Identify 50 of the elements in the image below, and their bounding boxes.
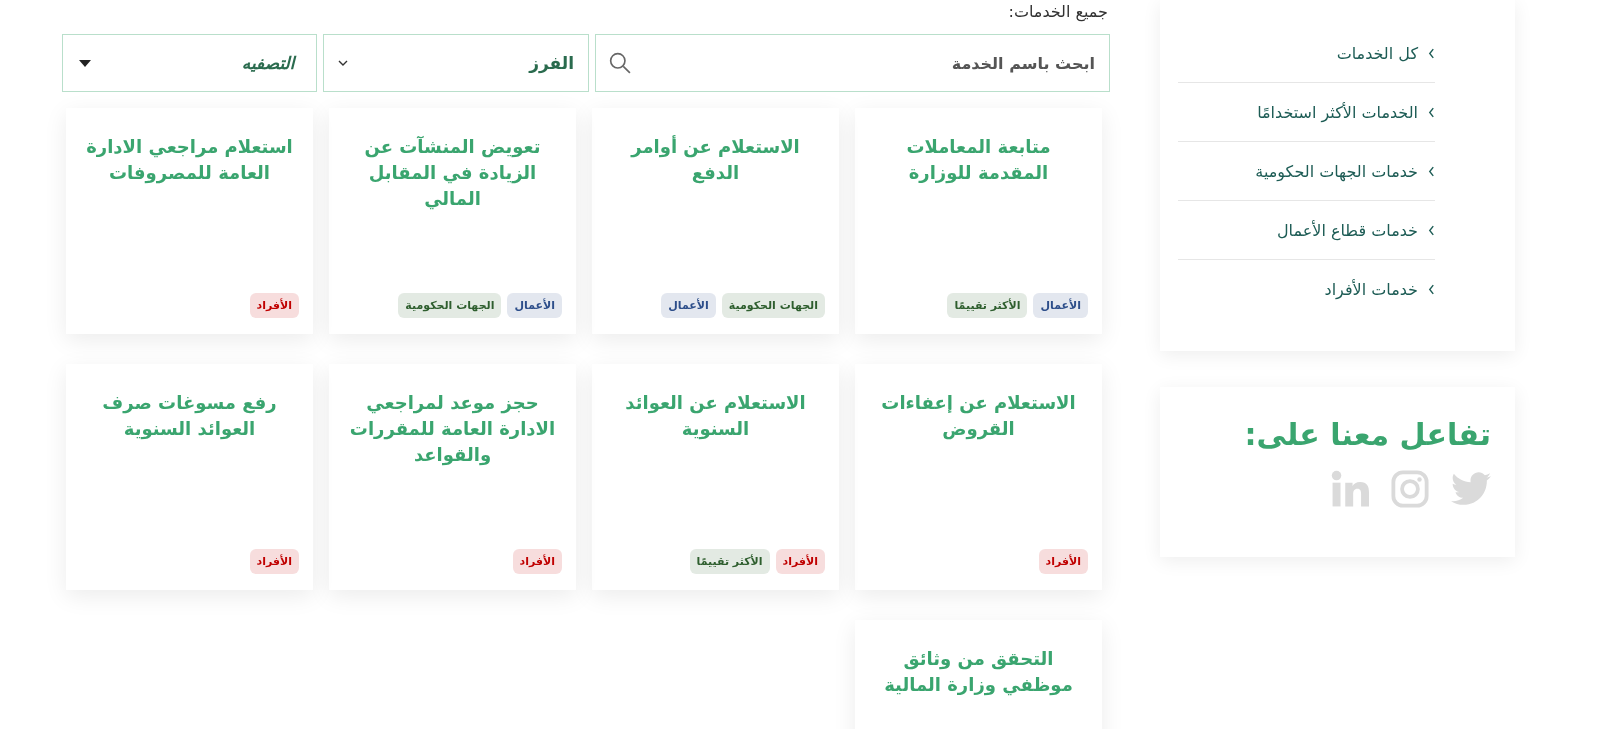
- sidebar-item[interactable]: كل الخدمات: [1178, 24, 1435, 83]
- service-title: تعويض المنشآت عن الزيادة في المقابل المالي: [363, 135, 542, 212]
- service-card[interactable]: استعلام مراجعي الادارة العامة للمصروفات الأفراد: [66, 108, 313, 334]
- service-card[interactable]: متابعة المعاملات المقدمة للوزارة الأعمال الأكثر تقييمًا: [855, 108, 1102, 334]
- chevron-down-icon: [338, 60, 349, 66]
- sidebar-item[interactable]: خدمات قطاع الأعمال: [1178, 201, 1435, 260]
- service-title: استعلام مراجعي الادارة العامة للمصروفات: [85, 135, 294, 186]
- service-title: الاستعلام عن العوائد السنوية: [624, 391, 807, 442]
- dropdown-triangle-icon: [79, 59, 91, 67]
- service-title: متابعة المعاملات المقدمة للوزارة: [905, 135, 1052, 186]
- service-card[interactable]: الاستعلام عن إعفاءات القروض الأفراد: [855, 364, 1102, 590]
- search-field[interactable]: ابحث باسم الخدمة: [595, 34, 1110, 92]
- camera-icon[interactable]: [1391, 470, 1429, 508]
- service-title: الاستعلام عن أوامر الدفع: [629, 134, 801, 186]
- category-tag: الأفراد: [1038, 549, 1088, 574]
- chevron-icon: [1428, 47, 1435, 59]
- category-tag: الأكثر تقييمًا: [689, 549, 770, 574]
- category-tag: الأعمال: [507, 293, 562, 318]
- chevron-icon: [1428, 106, 1435, 118]
- service-title: الاستعلام عن إعفاءات القروض: [880, 391, 1077, 442]
- chevron-icon: [1428, 283, 1435, 295]
- search-icon: [609, 52, 632, 74]
- category-tag: الأفراد: [775, 549, 825, 574]
- network-logo-icon[interactable]: [1331, 470, 1369, 508]
- service-title: التحقق من وثائق موظفي وزارة المالية: [883, 647, 1074, 698]
- category-tag: الجهات الحكومية: [398, 293, 502, 318]
- sidebar-item[interactable]: الخدمات الأكثر استخدامًا: [1178, 83, 1435, 142]
- service-card[interactable]: تعويض المنشآت عن الزيادة في المقابل المالي الأعمال الجهات الحكومية: [329, 108, 576, 334]
- category-tag: الأفراد: [512, 549, 562, 574]
- sidebar-item[interactable]: خدمات الجهات الحكومية: [1178, 142, 1435, 201]
- chevron-icon: [1428, 165, 1435, 177]
- section-heading: جميع الخدمات:: [1007, 1, 1109, 24]
- filter-dropdown[interactable]: التصفيه: [62, 34, 318, 92]
- category-tag: الجهات الحكومية: [721, 293, 825, 318]
- category-tag: الأفراد: [249, 549, 299, 574]
- social-title: تفاعل معنا على:: [1243, 417, 1491, 452]
- category-tag: الأعمال: [661, 293, 716, 318]
- service-card[interactable]: الاستعلام عن العوائد السنوية الأفراد الأكثر تقييمًا: [592, 364, 839, 590]
- bird-icon[interactable]: [1451, 472, 1491, 506]
- service-card[interactable]: الاستعلام عن أوامر الدفع الجهات الحكومية الأعمال: [592, 108, 839, 334]
- service-card[interactable]: حجز موعد لمراجعي الادارة العامة للمقررات والقواعد الأفراد: [329, 364, 576, 590]
- service-title: رفع مسوغات صرف العوائد السنوية: [101, 391, 278, 442]
- sort-dropdown[interactable]: الفرز: [323, 34, 590, 92]
- category-tag: الأفراد: [249, 293, 299, 318]
- service-title: حجز موعد لمراجعي الادارة العامة للمقررات والقواعد: [348, 391, 557, 468]
- sidebar-item[interactable]: خدمات الأفراد: [1178, 260, 1435, 318]
- service-card[interactable]: رفع مسوغات صرف العوائد السنوية الأفراد: [66, 364, 313, 590]
- category-tag: الأكثر تقييمًا: [947, 293, 1028, 318]
- chevron-icon: [1428, 224, 1435, 236]
- category-tag: الأعمال: [1033, 293, 1088, 318]
